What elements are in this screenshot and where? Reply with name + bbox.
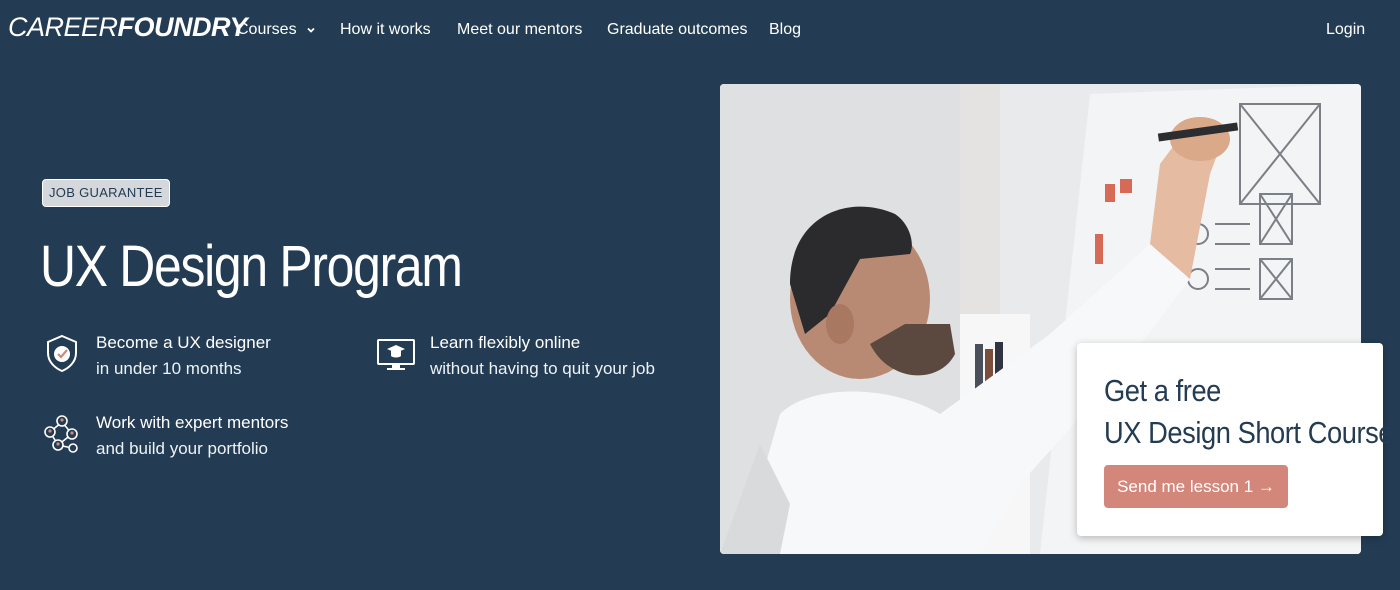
feature-line1: Become a UX designer [96, 333, 271, 352]
job-guarantee-badge: JOB GUARANTEE [42, 179, 170, 207]
logo-text-bold: FOUNDRY [117, 12, 248, 42]
free-short-course-card: Get a free UX Design Short Course Send m… [1077, 343, 1393, 536]
feature-become-ux-designer: Become a UX designer in under 10 months [42, 333, 342, 385]
feature-line2: without having to quit your job [430, 359, 655, 378]
card-heading-line2: UX Design Short Course [1104, 415, 1394, 450]
nav-link-blog[interactable]: Blog [769, 21, 801, 39]
logo-text-light: CAREER [8, 12, 118, 42]
careerfoundry-logo[interactable]: CAREERFOUNDRY [8, 12, 248, 43]
card-heading-line1: Get a free [1104, 373, 1221, 408]
chevron-down-icon [307, 27, 315, 33]
shield-check-icon [47, 334, 77, 373]
feature-learn-flexibly: Learn flexibly online without having to … [376, 333, 676, 385]
feature-line2: and build your portfolio [96, 439, 269, 458]
feature-line1: Learn flexibly online [430, 333, 581, 352]
top-navigation: CAREERFOUNDRY Courses How it works Meet … [0, 0, 1400, 62]
login-link[interactable]: Login [1326, 21, 1365, 39]
nav-link-courses[interactable]: Courses [237, 21, 317, 39]
mentors-network-icon [44, 415, 78, 453]
page-title: UX Design Program [40, 234, 463, 299]
monitor-graduation-cap-icon [377, 339, 415, 370]
feature-line1: Work with expert mentors [96, 413, 289, 432]
nav-link-courses-label: Courses [237, 21, 297, 38]
send-me-lesson-1-button[interactable]: Send me lesson 1 → [1104, 465, 1288, 508]
nav-link-meet-mentors[interactable]: Meet our mentors [457, 21, 582, 39]
nav-link-graduate-outcomes[interactable]: Graduate outcomes [607, 21, 748, 39]
feature-line2: in under 10 months [96, 359, 242, 378]
feature-expert-mentors: Work with expert mentors and build your … [42, 413, 342, 465]
nav-link-how-it-works[interactable]: How it works [340, 21, 431, 39]
